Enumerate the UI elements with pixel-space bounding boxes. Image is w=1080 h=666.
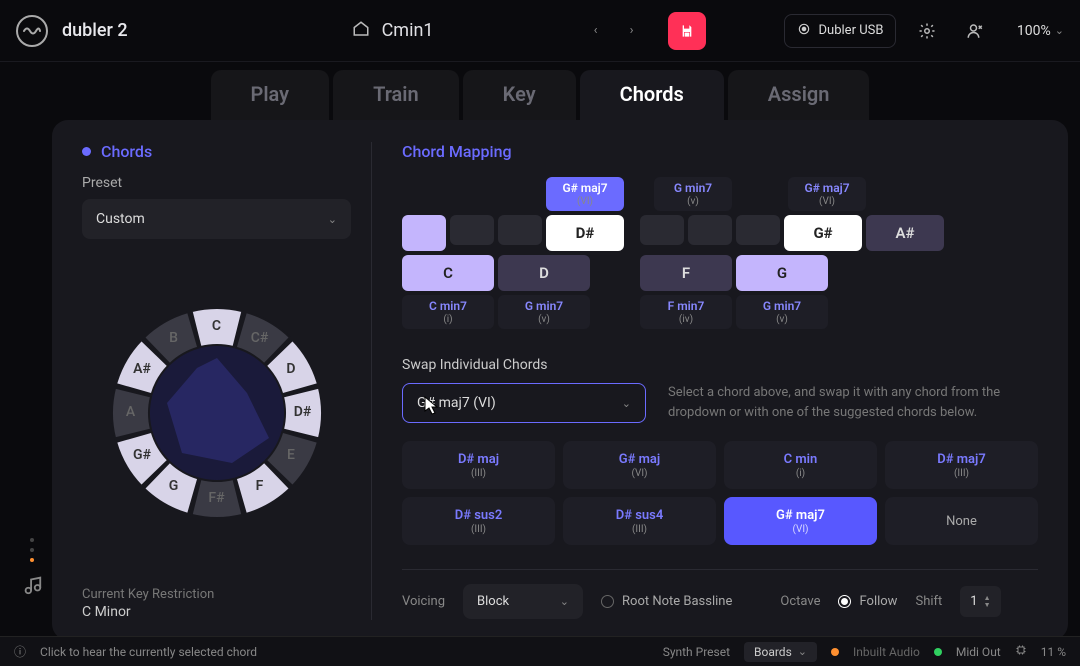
- midi-out-status-icon: [934, 648, 942, 656]
- bullet-icon: [82, 147, 91, 156]
- chevron-down-icon: ⌄: [622, 397, 631, 410]
- wheel-note-B[interactable]: B: [159, 330, 189, 346]
- main-tabs: Play Train Key Chords Assign: [0, 62, 1080, 120]
- mapped-chord[interactable]: F min7(iv): [640, 295, 732, 329]
- device-name: Dubler USB: [819, 23, 884, 38]
- swap-label: Swap Individual Chords: [402, 357, 1038, 373]
- note-block[interactable]: [736, 215, 780, 245]
- preset-select[interactable]: Custom ⌄: [82, 199, 351, 239]
- chevron-down-icon: ⌄: [328, 213, 337, 226]
- zoom-level[interactable]: 100%⌄: [1017, 23, 1064, 39]
- synth-preset-label: Synth Preset: [663, 645, 730, 659]
- inbuilt-audio-label: Inbuilt Audio: [853, 645, 920, 659]
- wheel-note-E[interactable]: E: [276, 447, 306, 463]
- wheel-note-Gsharp[interactable]: G#: [127, 447, 157, 463]
- tab-key[interactable]: Key: [463, 70, 576, 120]
- root-note-bassline-radio[interactable]: Root Note Bassline: [601, 594, 732, 609]
- chord-mapping-title: Chord Mapping: [402, 142, 1038, 161]
- wheel-note-D[interactable]: D: [276, 361, 306, 377]
- inbuilt-audio-status-icon: [831, 648, 839, 656]
- suggestion-chord[interactable]: G# maj(VI): [563, 441, 716, 489]
- suggestion-chord[interactable]: D# maj(III): [402, 441, 555, 489]
- tab-chords[interactable]: Chords: [580, 70, 724, 120]
- wheel-note-Dsharp[interactable]: D#: [288, 404, 318, 420]
- app-title: dubler 2: [62, 20, 128, 41]
- waveform-icon[interactable]: [21, 574, 43, 600]
- suggestion-chord[interactable]: None: [885, 497, 1038, 545]
- wheel-note-A[interactable]: A: [116, 404, 146, 420]
- note-block[interactable]: [498, 215, 542, 245]
- note-block[interactable]: [640, 215, 684, 245]
- suggestion-chord[interactable]: C min(i): [724, 441, 877, 489]
- tab-assign[interactable]: Assign: [728, 70, 870, 120]
- nav-forward-button[interactable]: ›: [614, 13, 650, 49]
- wheel-note-F[interactable]: F: [245, 478, 275, 494]
- note-block[interactable]: [450, 215, 494, 245]
- note-block[interactable]: A#: [866, 215, 944, 251]
- note-block[interactable]: G: [736, 255, 828, 291]
- mapped-chord[interactable]: G# maj7(VI): [546, 177, 624, 211]
- shift-stepper[interactable]: 1 ▲▼: [960, 586, 1000, 617]
- suggestion-chord[interactable]: D# sus4(III): [563, 497, 716, 545]
- suggestion-chord[interactable]: D# sus2(III): [402, 497, 555, 545]
- mapped-chord[interactable]: C min7(i): [402, 295, 494, 329]
- octave-follow-radio[interactable]: Follow: [838, 594, 897, 609]
- chord-mapping: G# maj7(VI)D#CDC min7(i)G min7(v)G# maj7…: [402, 177, 1038, 329]
- synth-preset-select[interactable]: Boards⌄: [744, 642, 817, 662]
- shift-label: Shift: [915, 594, 942, 609]
- wheel-note-C[interactable]: C: [202, 318, 232, 334]
- settings-button[interactable]: [910, 14, 944, 48]
- note-block[interactable]: [402, 215, 446, 251]
- cpu-value: 11 %: [1041, 645, 1066, 659]
- key-restriction: Current Key Restriction C Minor: [82, 587, 351, 620]
- status-bar: ⓘ Click to hear the currently selected c…: [0, 636, 1080, 666]
- suggestion-chord[interactable]: D# maj7(III): [885, 441, 1038, 489]
- target-icon: [797, 22, 811, 40]
- tab-train[interactable]: Train: [333, 70, 459, 120]
- footer-hint: Click to hear the currently selected cho…: [40, 645, 257, 659]
- left-strip: [12, 120, 52, 640]
- logo-icon: [16, 15, 48, 47]
- wheel-note-G[interactable]: G: [159, 478, 189, 494]
- tab-play[interactable]: Play: [211, 70, 330, 120]
- note-block[interactable]: C: [402, 255, 494, 291]
- note-block[interactable]: D: [498, 255, 590, 291]
- octave-label: Octave: [780, 594, 820, 609]
- mapped-chord[interactable]: G# maj7(VI): [788, 177, 866, 211]
- suggestion-chord[interactable]: G# maj7(VI): [724, 497, 877, 545]
- note-block[interactable]: D#: [546, 215, 624, 251]
- swap-help-text: Select a chord above, and swap it with a…: [668, 383, 1038, 422]
- suggestion-grid: D# maj(III)G# maj(VI)C min(i)D# maj7(III…: [402, 441, 1038, 545]
- voicing-row: Voicing Block⌄ Root Note Bassline Octave…: [402, 584, 1038, 619]
- wheel-note-Csharp[interactable]: C#: [245, 330, 275, 346]
- wheel-note-Fsharp[interactable]: F#: [202, 490, 232, 506]
- voicing-select[interactable]: Block⌄: [463, 584, 583, 619]
- mapped-chord[interactable]: G min7(v): [736, 295, 828, 329]
- cpu-icon: [1015, 644, 1027, 659]
- mapped-chord[interactable]: G min7(v): [654, 177, 732, 211]
- nav-back-button[interactable]: ‹: [578, 13, 614, 49]
- nav-arrows: ‹ ›: [578, 13, 650, 49]
- note-block[interactable]: [688, 215, 732, 245]
- note-block[interactable]: G#: [784, 215, 862, 251]
- divider: [402, 569, 1038, 570]
- song-name: Cmin1: [382, 20, 434, 41]
- preset-label: Preset: [82, 175, 351, 191]
- voicing-label: Voicing: [402, 594, 445, 609]
- audio-device-selector[interactable]: Dubler USB: [784, 14, 897, 48]
- scale-wheel[interactable]: C C#D D# EF F# GG# A A#B: [107, 303, 327, 523]
- home-icon[interactable]: [352, 20, 370, 42]
- save-button[interactable]: [668, 12, 706, 50]
- chords-section-header: Chords: [82, 142, 351, 161]
- midi-out-label: Midi Out: [956, 645, 1001, 659]
- swap-chord-select[interactable]: G# maj7 (VI) ⌄: [402, 383, 646, 423]
- mapped-chord[interactable]: G min7(v): [498, 295, 590, 329]
- top-bar: dubler 2 Cmin1 ‹ › Dubler USB 100%⌄: [0, 0, 1080, 62]
- info-icon: ⓘ: [14, 643, 26, 660]
- main-panel: Chords Preset Custom ⌄ CC#DD#EFF#GG#AA#B…: [52, 120, 1068, 640]
- account-button[interactable]: [958, 14, 992, 48]
- wheel-note-Asharp[interactable]: A#: [127, 361, 157, 377]
- note-block[interactable]: F: [640, 255, 732, 291]
